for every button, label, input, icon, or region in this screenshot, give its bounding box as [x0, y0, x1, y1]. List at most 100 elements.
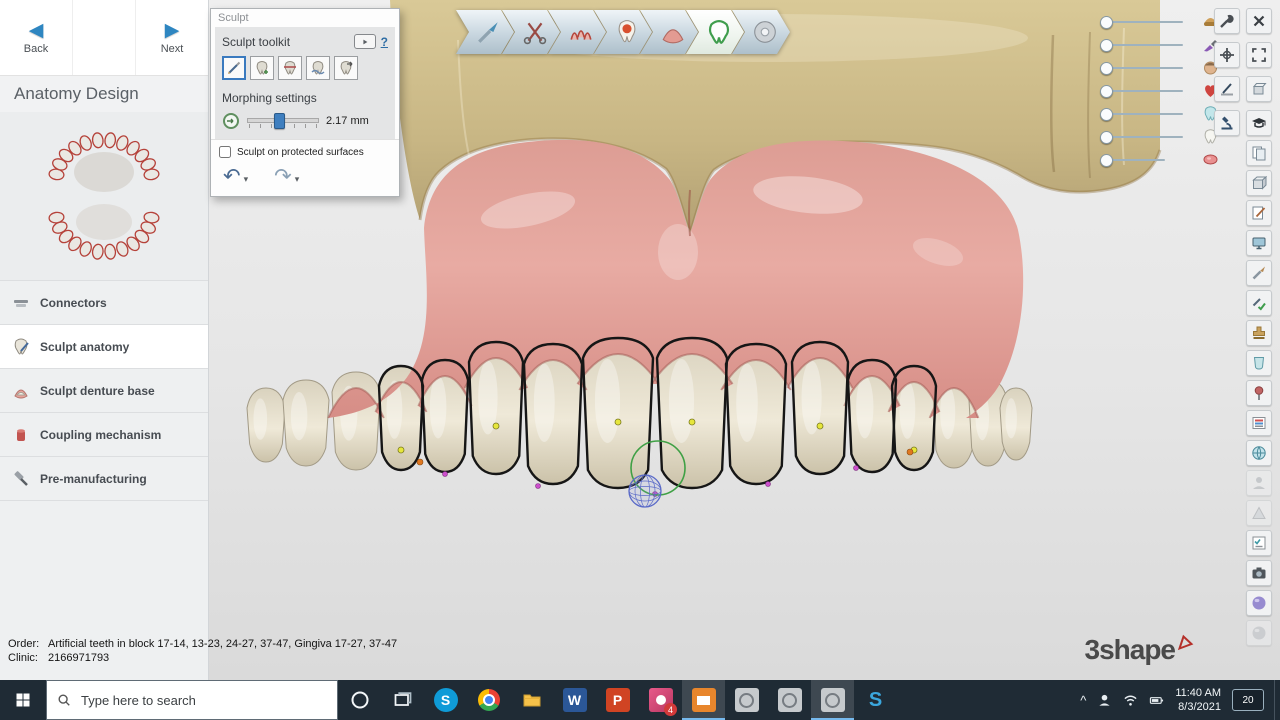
box-icon: [1251, 81, 1267, 97]
sidebar-step-coupling-mechanism[interactable]: Coupling mechanism: [0, 412, 208, 456]
microscope-button[interactable]: [1214, 110, 1240, 136]
slider-handle[interactable]: [1100, 16, 1113, 29]
fullscreen-button[interactable]: [1246, 42, 1272, 68]
app-gray-2-button[interactable]: [768, 680, 811, 720]
pin-button[interactable]: [1246, 380, 1272, 406]
undo-caret-icon[interactable]: ▾: [244, 174, 249, 187]
remove-material-tool[interactable]: [278, 56, 302, 80]
folder-icon: [522, 690, 542, 710]
checklist-button[interactable]: [1246, 530, 1272, 556]
back-button[interactable]: ◀ Back: [0, 0, 72, 75]
order-value: Artificial teeth in block 17-14, 13-23, …: [48, 638, 397, 650]
show-desktop-button[interactable]: [1274, 680, 1280, 720]
battery-icon[interactable]: [1149, 693, 1164, 708]
edit-doc-button[interactable]: [1246, 200, 1272, 226]
skype-alt-button[interactable]: S: [854, 680, 897, 720]
clock[interactable]: 11:40 AM 8/3/2021: [1175, 686, 1221, 715]
morph-size-slider[interactable]: [247, 112, 319, 130]
color-bars-button[interactable]: [1246, 410, 1272, 436]
layer-teeth-slider[interactable]: [1100, 125, 1220, 148]
close-button[interactable]: [1246, 8, 1272, 34]
cup-button[interactable]: [1246, 350, 1272, 376]
redo-button[interactable]: ↷ ▾: [274, 166, 299, 187]
copy-view-button[interactable]: [1246, 140, 1272, 166]
wifi-icon[interactable]: [1123, 693, 1138, 708]
checklist-icon: [1251, 535, 1267, 551]
tray-expand-icon[interactable]: ^: [1080, 693, 1086, 708]
globe-button[interactable]: [1246, 440, 1272, 466]
layer-face-slider[interactable]: [1100, 56, 1220, 79]
help-link[interactable]: ?: [381, 35, 388, 49]
morph-direction-icon[interactable]: [222, 112, 240, 130]
person-tray-icon[interactable]: [1097, 693, 1112, 708]
morphing-label: Morphing settings: [222, 91, 388, 105]
photos-app-button[interactable]: 4: [639, 680, 682, 720]
powerpoint-button[interactable]: P: [596, 680, 639, 720]
app-gray-3-button[interactable]: [811, 680, 854, 720]
file-explorer-button[interactable]: [510, 680, 553, 720]
slider-handle[interactable]: [274, 113, 285, 129]
sphere-gray-icon: [1251, 625, 1267, 641]
screen-view-button[interactable]: [1246, 230, 1272, 256]
slider-handle[interactable]: [1100, 39, 1113, 52]
taskbar-search[interactable]: [46, 680, 338, 720]
approve-pen-button[interactable]: [1246, 290, 1272, 316]
box-view-button[interactable]: [1246, 76, 1272, 102]
training-button[interactable]: [1246, 110, 1272, 136]
tools-icon: [1219, 13, 1235, 29]
skype-button[interactable]: S: [424, 680, 467, 720]
mail-icon: [692, 688, 716, 712]
slider-handle[interactable]: [1100, 154, 1113, 167]
app-gray-1-button[interactable]: [725, 680, 768, 720]
smooth-tool[interactable]: [306, 56, 330, 80]
slider-handle[interactable]: [1100, 131, 1113, 144]
pin-icon: [1251, 385, 1267, 401]
sidebar-step-sculpt-denture-base[interactable]: Sculpt denture base: [0, 368, 208, 412]
undo-button[interactable]: ↶ ▾: [223, 166, 248, 187]
next-button[interactable]: ▶ Next: [136, 0, 208, 75]
video-tutorial-button[interactable]: [354, 34, 376, 49]
purple-sphere-button[interactable]: [1246, 590, 1272, 616]
gum-icon: [660, 19, 686, 45]
slider-handle[interactable]: [1100, 108, 1113, 121]
protected-surfaces-checkbox[interactable]: [219, 146, 231, 158]
toolbox-button[interactable]: [1214, 8, 1240, 34]
slider-track: [1103, 113, 1183, 115]
tray-time: 11:40 AM: [1175, 686, 1221, 700]
add-material-tool[interactable]: [250, 56, 274, 80]
tooth-pen-icon: [12, 338, 30, 356]
search-input[interactable]: [79, 692, 327, 709]
model-box-button[interactable]: [1246, 170, 1272, 196]
annotate-button[interactable]: [1214, 76, 1240, 102]
order-status: Order:Artificial teeth in block 17-14, 1…: [8, 637, 397, 666]
notification-count-badge[interactable]: 20: [1232, 689, 1264, 711]
communicate-app-button[interactable]: [682, 680, 725, 720]
gray-sphere-button: [1246, 620, 1272, 646]
layer-preop-teeth-slider[interactable]: [1100, 102, 1220, 125]
sidebar-step-connectors[interactable]: Connectors: [0, 280, 208, 324]
layer-gingiva-slider[interactable]: [1100, 148, 1220, 171]
stamp-button[interactable]: [1246, 320, 1272, 346]
windows-icon: [15, 692, 31, 708]
slider-handle[interactable]: [1100, 62, 1113, 75]
layer-brush-slider[interactable]: [1100, 33, 1220, 56]
word-button[interactable]: W: [553, 680, 596, 720]
slider-handle[interactable]: [1100, 85, 1113, 98]
chrome-button[interactable]: [467, 680, 510, 720]
sculpt-knife-step[interactable]: [456, 10, 514, 54]
wax-knife-tool[interactable]: [222, 56, 246, 80]
prism-button: [1246, 500, 1272, 526]
camera-button[interactable]: [1246, 560, 1272, 586]
start-button[interactable]: [0, 680, 46, 720]
sidebar-step-sculpt-anatomy[interactable]: Sculpt anatomy: [0, 324, 208, 368]
sculpt-knife-button[interactable]: [1246, 260, 1272, 286]
crosshair-button[interactable]: [1214, 42, 1240, 68]
sidebar-step-pre-manufacturing[interactable]: Pre-manufacturing: [0, 456, 208, 501]
morph-tool[interactable]: [334, 56, 358, 80]
redo-caret-icon[interactable]: ▾: [295, 174, 300, 187]
task-view-button[interactable]: [381, 680, 424, 720]
cortana-button[interactable]: [338, 680, 381, 720]
order-label: Order:: [8, 637, 48, 651]
layer-antagonist-slider[interactable]: [1100, 79, 1220, 102]
layer-wax-rim-slider[interactable]: [1100, 10, 1220, 33]
